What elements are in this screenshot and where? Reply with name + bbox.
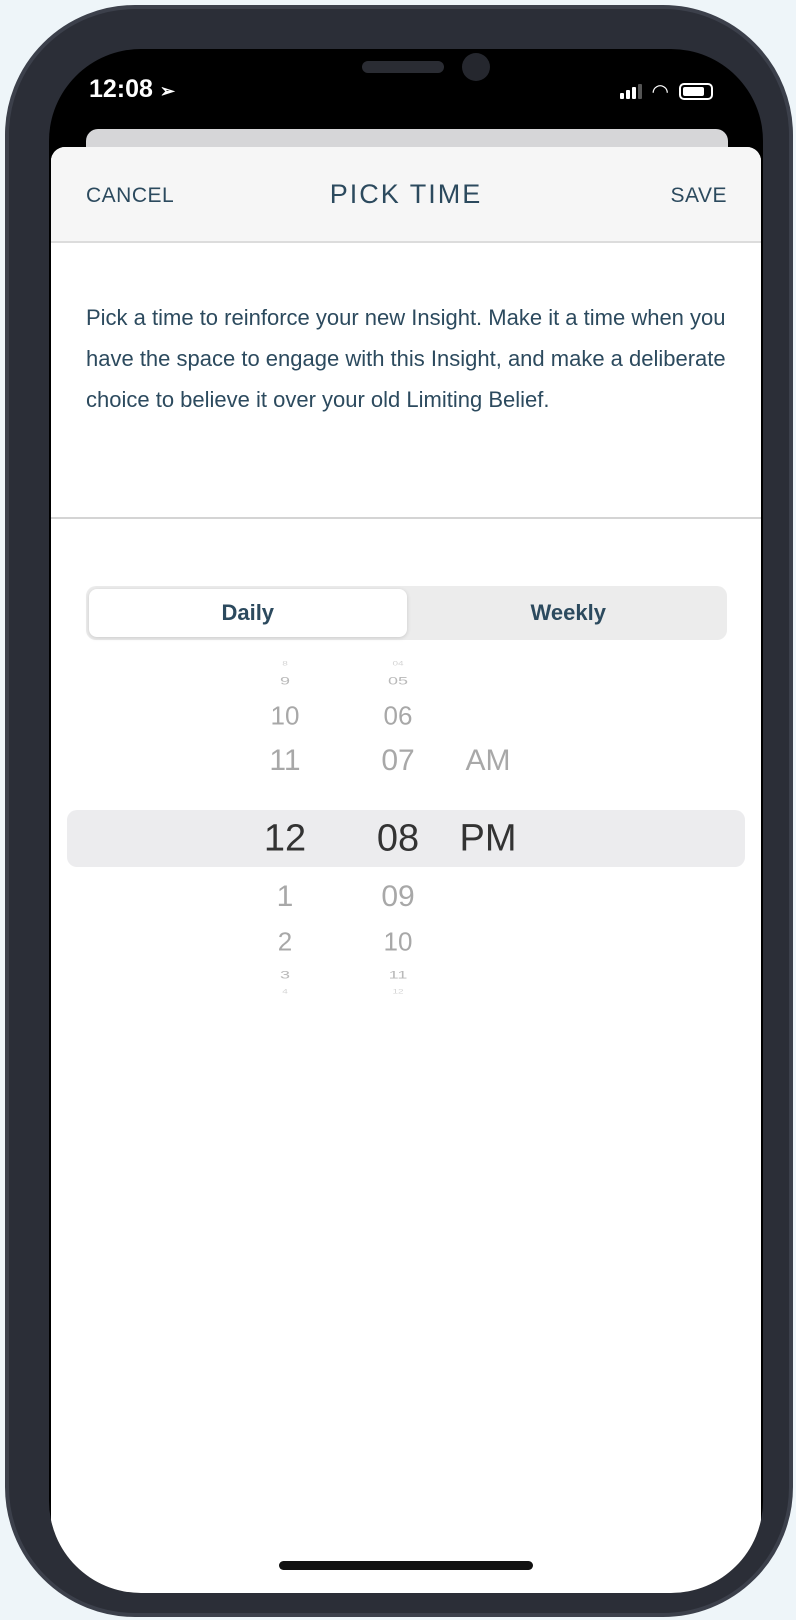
picker-option[interactable]: 1	[277, 880, 294, 914]
picker-option[interactable]: 12	[264, 818, 306, 861]
picker-option[interactable]: 12	[392, 989, 403, 996]
page-title: PICK TIME	[329, 179, 483, 209]
description-text: Pick a time to reinforce your new Insigh…	[86, 305, 726, 412]
picker-option[interactable]: 06	[384, 701, 413, 732]
pick-time-sheet: CANCEL PICK TIME SAVE Pick a time to rei…	[51, 147, 761, 1593]
picker-option[interactable]: 9	[280, 675, 290, 688]
picker-option[interactable]: 10	[384, 927, 413, 958]
picker-option[interactable]: 4	[282, 989, 288, 996]
picker-option[interactable]: 07	[381, 744, 414, 778]
wifi-icon: ◠	[651, 81, 669, 103]
frequency-segmented-control: Daily Weekly	[86, 586, 727, 640]
picker-option[interactable]: 3	[280, 969, 290, 982]
picker-option[interactable]: AM	[466, 744, 511, 778]
picker-option[interactable]: 2	[278, 927, 292, 958]
home-indicator	[279, 1561, 533, 1570]
status-icons: ◠	[619, 79, 713, 104]
picker-option[interactable]: PM	[460, 818, 517, 861]
camera	[462, 53, 490, 81]
screen: 12:08 ➢ ◠ CANCEL PICK TIME SAVE Pick a t…	[49, 49, 763, 1593]
segment-weekly[interactable]: Weekly	[410, 586, 728, 640]
picker-option[interactable]: 09	[381, 880, 414, 914]
picker-option[interactable]: 11	[389, 969, 408, 982]
segment-daily[interactable]: Daily	[89, 589, 407, 637]
picker-option[interactable]: 11	[269, 744, 300, 778]
picker-option[interactable]: 08	[377, 818, 419, 861]
picker-option[interactable]: 10	[271, 701, 300, 732]
divider	[51, 517, 761, 519]
time-text: 12:08	[89, 75, 153, 103]
speaker	[362, 61, 444, 73]
location-icon: ➢	[159, 81, 175, 101]
phone-frame: 12:08 ➢ ◠ CANCEL PICK TIME SAVE Pick a t…	[5, 5, 793, 1617]
save-button[interactable]: SAVE	[671, 184, 727, 208]
battery-icon	[679, 83, 713, 100]
picker-option[interactable]: 05	[388, 675, 408, 688]
status-time: 12:08 ➢	[89, 75, 175, 104]
sheet-header: CANCEL PICK TIME SAVE	[51, 147, 761, 243]
notch	[214, 49, 582, 111]
picker-option[interactable]: 8	[282, 661, 288, 668]
picker-option[interactable]: 04	[392, 661, 403, 668]
signal-icon	[619, 84, 642, 99]
